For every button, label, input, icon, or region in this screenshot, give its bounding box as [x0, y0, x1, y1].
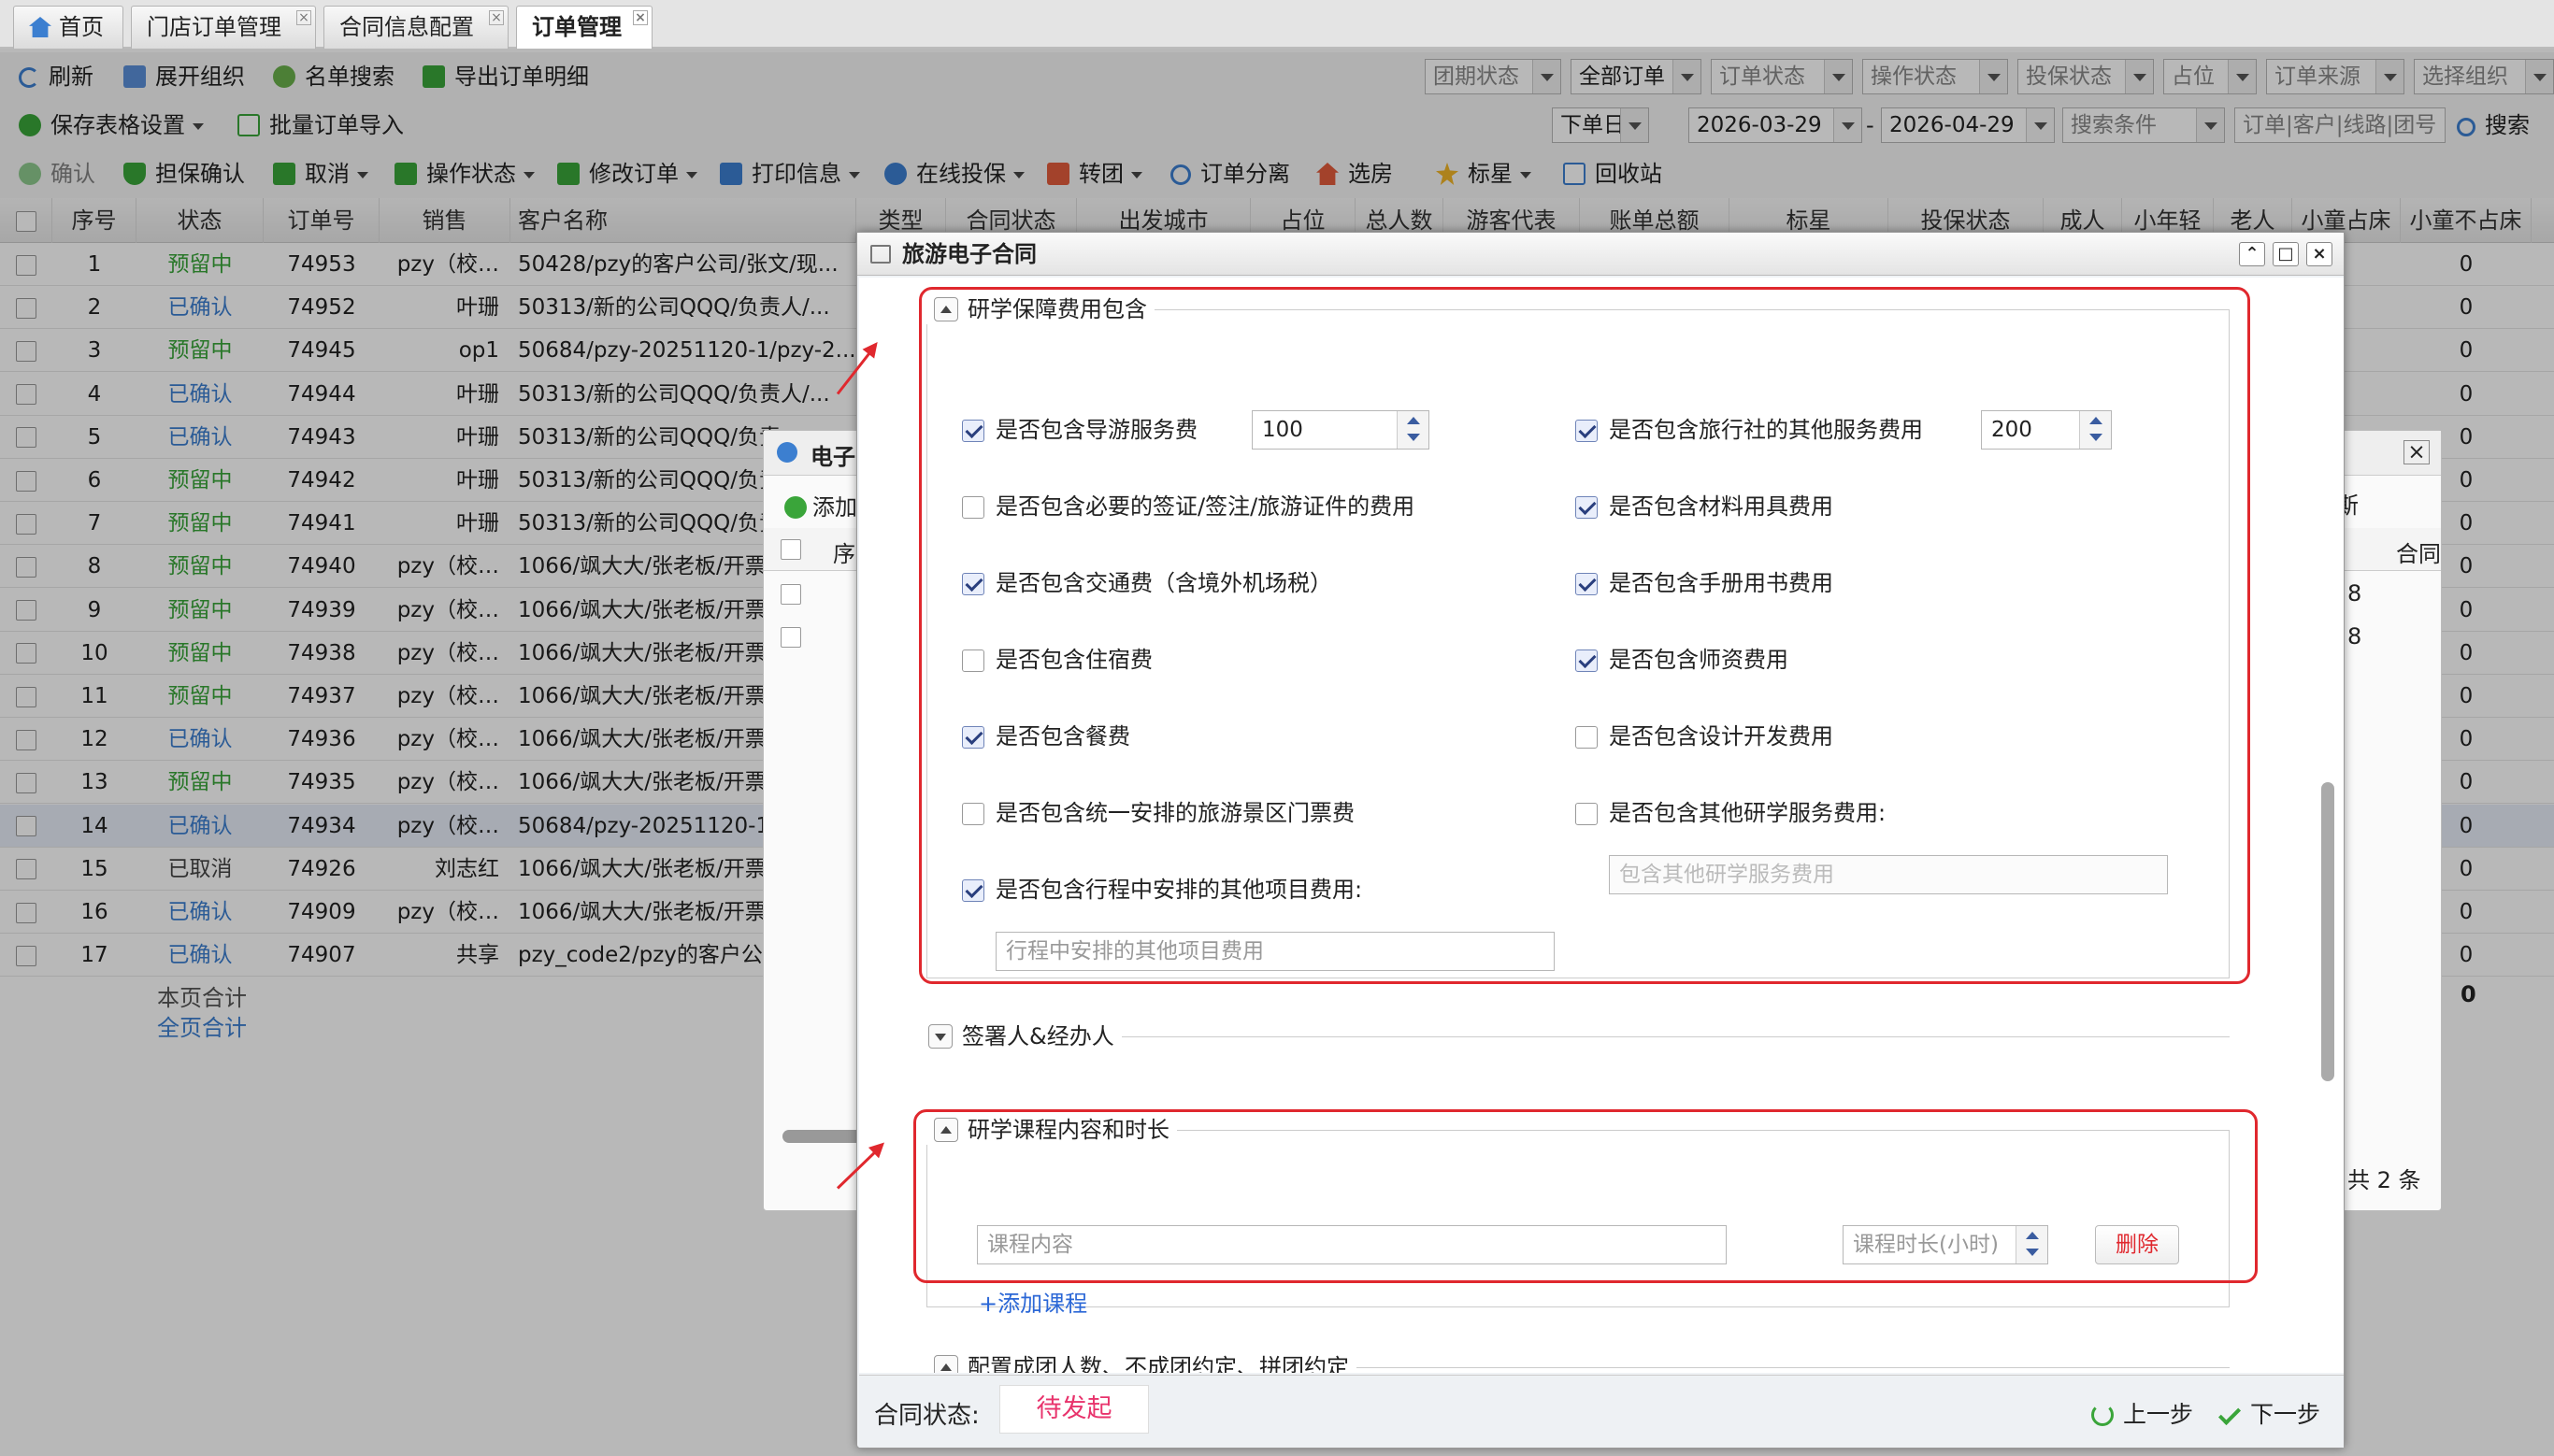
tab-order-manage[interactable]: 订单管理 ×	[516, 6, 653, 49]
dialog-titlebar: 旅游电子合同 ⌃ □ ×	[857, 233, 2344, 276]
collapse-icon[interactable]: ⌃	[2239, 242, 2265, 266]
tab-bar: 首页 门店订单管理 × 合同信息配置 × 订单管理 ×	[0, 0, 2554, 49]
close-icon[interactable]: ×	[2306, 242, 2332, 266]
home-icon	[29, 17, 51, 37]
travel-contract-dialog: 旅游电子合同 ⌃ □ × 研学保障费用包含 是否包含导游服务费 是否包含旅行社的其…	[856, 232, 2345, 1449]
bg-row-checkbox[interactable]	[781, 584, 801, 605]
bg-scrollbar[interactable]	[782, 1130, 867, 1143]
section-header[interactable]: 签署人&经办人	[921, 1021, 1122, 1051]
bg-row-checkbox[interactable]	[781, 627, 801, 648]
check-icon	[2217, 1402, 2242, 1426]
bg-add-button[interactable]: 添加	[784, 489, 857, 521]
highlight-box-fees	[919, 287, 2250, 984]
next-step-button[interactable]: 下一步	[2217, 1396, 2320, 1430]
close-icon[interactable]: ×	[2403, 440, 2430, 464]
close-icon[interactable]: ×	[633, 10, 648, 25]
contract-status-value: 待发起	[999, 1385, 1149, 1434]
contract-status-label: 合同状态:	[874, 1402, 980, 1430]
add-course-link[interactable]: +添加课程	[979, 1285, 1087, 1318]
divider	[926, 1036, 2230, 1037]
close-icon[interactable]: ×	[489, 10, 504, 25]
bg-select-all[interactable]	[781, 539, 801, 560]
plus-icon	[784, 496, 807, 519]
close-icon[interactable]: ×	[296, 10, 311, 25]
tab-home[interactable]: 首页	[13, 6, 123, 49]
dialog-footer: 合同状态: 待发起 上一步 下一步	[859, 1375, 2344, 1448]
undo-icon	[2091, 1404, 2114, 1426]
form-icon	[870, 245, 891, 264]
tab-contract-config[interactable]: 合同信息配置 ×	[323, 6, 509, 49]
prev-step-button[interactable]: 上一步	[2091, 1396, 2193, 1430]
expand-toggle-icon[interactable]	[928, 1024, 953, 1049]
maximize-icon[interactable]: □	[2273, 242, 2299, 266]
dialog-scrollbar[interactable]	[2321, 782, 2334, 1081]
highlight-box-course	[913, 1109, 2258, 1283]
user-icon	[777, 442, 797, 463]
section-header[interactable]: 配置成团人数、不成团约定、拼团约定	[926, 1352, 1356, 1373]
tab-store-orders[interactable]: 门店订单管理 ×	[131, 6, 316, 49]
collapse-toggle-icon[interactable]	[934, 1355, 958, 1373]
